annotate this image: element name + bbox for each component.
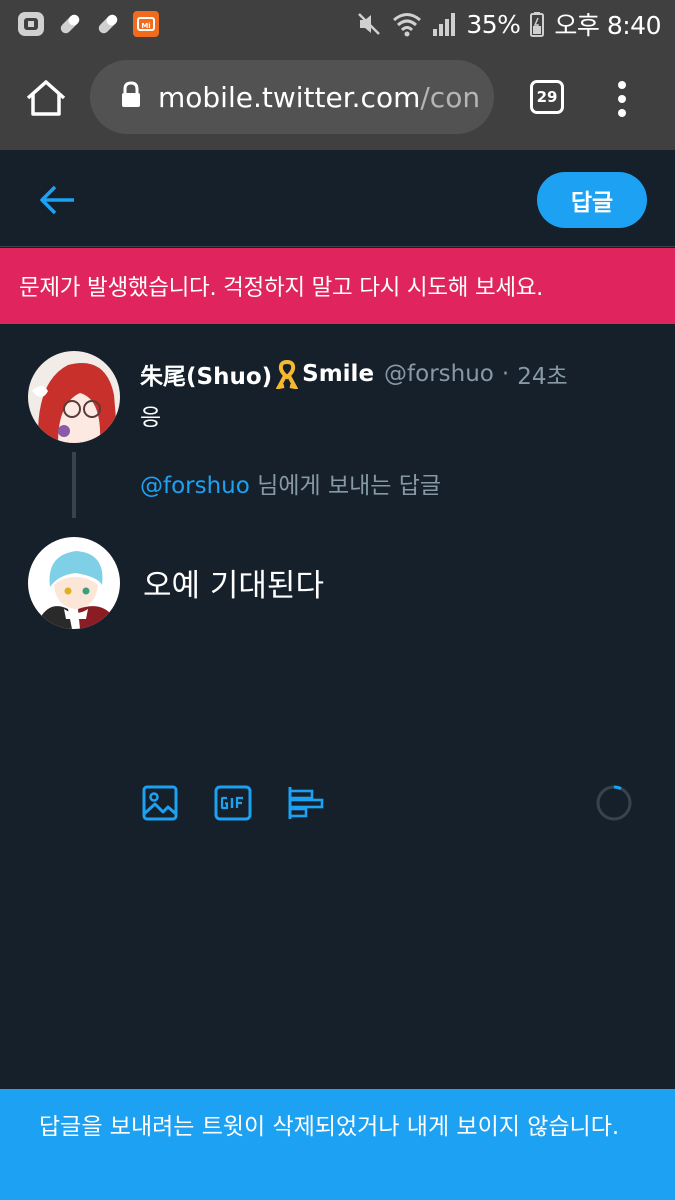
url-text: mobile.twitter.com/con xyxy=(158,81,480,114)
lock-icon xyxy=(120,81,142,113)
gif-icon[interactable] xyxy=(214,784,252,822)
avatar xyxy=(28,537,120,629)
pill-icon xyxy=(56,10,84,38)
signal-icon xyxy=(432,11,456,37)
reply-mention-link[interactable]: @forshuo xyxy=(140,473,250,499)
error-banner: 문제가 발생했습니다. 걱정하지 말고 다시 시도해 보세요. xyxy=(0,248,675,324)
home-icon[interactable] xyxy=(24,78,68,118)
yellow-ribbon-icon xyxy=(276,359,299,389)
compose-textarea[interactable]: 오예 기대된다 xyxy=(143,560,324,605)
notification-icons: Mi xyxy=(16,10,160,38)
poll-icon[interactable] xyxy=(287,784,325,822)
reply-button[interactable]: 답글 xyxy=(537,172,647,228)
toast-message: 답글을 보내려는 트윗이 삭제되었거나 내게 보이지 않습니다. xyxy=(39,1114,620,1140)
more-menu-icon[interactable] xyxy=(614,80,630,118)
svg-text:Mi: Mi xyxy=(141,22,150,30)
battery-percent: 35% xyxy=(466,9,521,39)
system-status: 35% 오후 8:40 xyxy=(356,6,661,42)
browser-toolbar: mobile.twitter.com/con 29 xyxy=(0,48,675,150)
separator-dot: · xyxy=(501,361,510,387)
tweet-text: 응 xyxy=(140,405,162,431)
display-name[interactable]: 朱尾(Shuo) xyxy=(140,357,272,391)
url-host: mobile.twitter.com xyxy=(158,80,421,114)
wifi-icon xyxy=(392,11,422,37)
address-bar[interactable]: mobile.twitter.com/con xyxy=(90,60,494,134)
image-icon[interactable] xyxy=(141,784,179,822)
avatar[interactable] xyxy=(28,351,120,443)
tab-switcher-button[interactable]: 29 xyxy=(530,80,564,114)
tweet-time[interactable]: 24초 xyxy=(517,357,567,391)
battery-icon xyxy=(530,11,545,37)
url-path: /con xyxy=(420,80,481,114)
app-notification-icon xyxy=(16,10,46,38)
error-message: 문제가 발생했습니다. 걱정하지 말고 다시 시도해 보세요. xyxy=(19,275,544,301)
character-count-ring xyxy=(595,784,633,822)
tweet-handle[interactable]: @forshuo xyxy=(384,361,494,387)
replying-to-label: 님에게 보내는 답글 xyxy=(249,473,442,499)
tweet-header: 朱尾(Shuo) Smile @forshuo · 24초 xyxy=(140,356,568,392)
mi-app-icon: Mi xyxy=(132,10,160,38)
toast-notification: 답글을 보내려는 트윗이 삭제되었거나 내게 보이지 않습니다. xyxy=(0,1089,675,1200)
clock: 오후 8:40 xyxy=(554,11,661,40)
replying-to: @forshuo 님에게 보내는 답글 xyxy=(140,466,441,500)
status-bar: Mi 35% 오후 8:40 xyxy=(0,0,675,48)
pill-icon xyxy=(94,10,122,38)
back-arrow-icon[interactable] xyxy=(38,183,78,217)
display-name-suffix: Smile xyxy=(302,361,375,387)
thread-line xyxy=(72,452,76,518)
mute-icon xyxy=(356,11,382,37)
